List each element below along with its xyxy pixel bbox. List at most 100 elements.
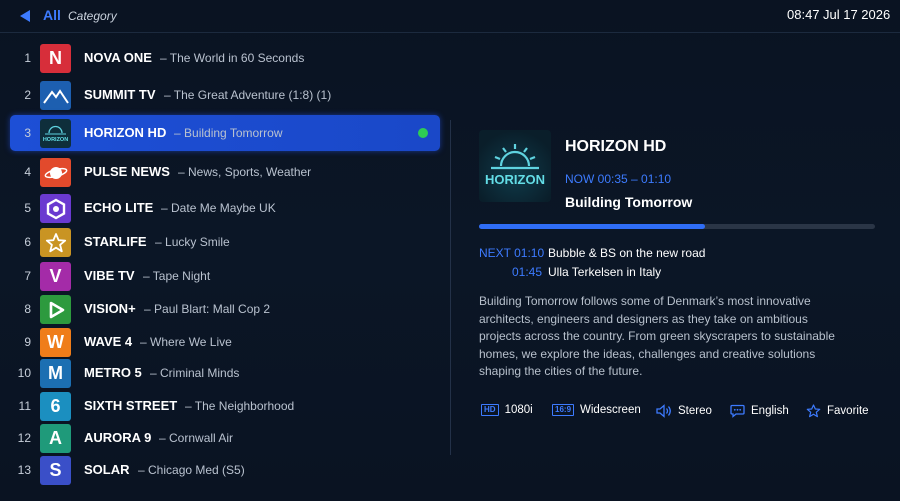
channel-current-program: – Date Me Maybe UK <box>161 201 276 215</box>
live-indicator-dot <box>418 128 428 138</box>
channel-current-program: – Building Tomorrow <box>174 126 283 140</box>
program-title: Building Tomorrow <box>184 126 283 140</box>
top-bar: All Category 08:47 Jul 17 2026 <box>0 0 900 33</box>
channel-row[interactable]: 6 STARLIFE – Lucky Smile <box>0 227 450 263</box>
channel-current-program: – The Great Adventure (1:8) (1) <box>164 88 331 102</box>
channel-name: STARLIFE <box>84 234 147 249</box>
separator-dash: – <box>150 366 161 380</box>
program-title: The Great Adventure (1:8) (1) <box>173 88 332 102</box>
audio-label: Stereo <box>678 405 712 417</box>
channel-logo <box>40 81 71 110</box>
channel-name: VISION+ <box>84 301 136 316</box>
play-icon <box>49 301 64 318</box>
channel-name: SOLAR <box>84 462 130 477</box>
separator-dash: – <box>140 335 151 349</box>
detail-channel-logo: HORIZON <box>479 130 551 202</box>
separator-dash: – <box>143 269 153 283</box>
channel-logo: V <box>40 262 71 291</box>
mountain-icon <box>42 88 69 104</box>
aspect-label: Widescreen <box>580 404 641 416</box>
channel-name: SUMMIT TV <box>84 87 156 102</box>
program-title: Date Me Maybe UK <box>171 201 276 215</box>
aspect-feature: 16:9 Widescreen <box>552 404 641 416</box>
channel-number: 8 <box>24 302 31 316</box>
svg-text:HORIZON: HORIZON <box>43 137 68 143</box>
channel-number: 9 <box>24 335 31 349</box>
channel-row[interactable]: 1 N NOVA ONE – The World in 60 Seconds <box>0 43 450 79</box>
channel-logo: N <box>40 44 71 73</box>
now-program-title: Building Tomorrow <box>565 194 693 210</box>
category-all-button[interactable]: All <box>43 7 61 23</box>
resolution-feature: HD 1080i <box>481 404 533 416</box>
channel-name: ECHO LITE <box>84 200 154 215</box>
progress-bar <box>479 224 875 229</box>
channel-row[interactable]: 12 A AURORA 9– Cornwall Air <box>0 423 450 459</box>
channel-logo: W <box>40 328 71 357</box>
separator-dash: – <box>138 463 149 477</box>
channel-row[interactable]: 5 ECHO LITE – Date Me Maybe UK <box>0 193 450 229</box>
channel-row[interactable]: 2 SUMMIT TV – The Great Adventure (1:8) (1… <box>0 80 450 116</box>
channel-logo: A <box>40 424 71 453</box>
channel-row[interactable]: 4 PULSE NEWS – News, Sports, Weather <box>0 157 450 193</box>
panel-divider <box>450 120 451 455</box>
channel-number: 13 <box>17 463 31 477</box>
program-title: Criminal Minds <box>160 366 240 380</box>
horizon-logo-icon: HORIZON <box>485 144 545 187</box>
next2-time-label: 01:45 <box>512 265 543 279</box>
program-title: The Neighborhood <box>194 399 295 413</box>
channel-current-program: – Tape Night <box>143 269 210 283</box>
separator-dash: – <box>144 302 155 316</box>
program-title: Where We Live <box>150 335 232 349</box>
channel-number: 5 <box>24 201 31 215</box>
chat-bubble-icon <box>730 404 745 418</box>
channel-current-program: – Paul Blart: Mall Cop 2 <box>144 302 270 316</box>
channel-name: WAVE 4 <box>84 334 133 349</box>
channel-name: HORIZON HD <box>84 125 167 140</box>
channel-row[interactable]: 7 V VIBE TV – Tape Night <box>0 261 450 297</box>
channel-logo <box>40 158 71 187</box>
speaker-icon <box>656 404 671 418</box>
channel-logo <box>40 295 71 324</box>
channel-number: 6 <box>24 235 31 249</box>
channel-row[interactable]: 10 M METRO 5– Criminal Minds <box>0 358 450 394</box>
channel-name: NOVA ONE <box>84 50 152 65</box>
channel-current-program: – Criminal Minds <box>150 366 239 380</box>
favorite-button[interactable]: Favorite <box>806 404 869 418</box>
aspect-badge: 16:9 <box>552 404 575 416</box>
channel-logo <box>40 194 71 223</box>
channel-name: METRO 5 <box>84 365 142 380</box>
channel-name: AURORA 9 <box>84 430 152 445</box>
program-title: Chicago Med (S5) <box>148 463 245 477</box>
channel-row[interactable]: 11 6 SIXTH STREET – The Neighborhood <box>0 391 450 427</box>
channel-current-program: – Where We Live <box>140 335 232 349</box>
program-title: Paul Blart: Mall Cop 2 <box>154 302 271 316</box>
channel-number: 12 <box>17 431 31 445</box>
separator-dash: – <box>155 235 166 249</box>
horizon-mini-icon: HORIZON <box>43 125 68 143</box>
date: Jul 17 2026 <box>823 7 891 22</box>
separator-dash: – <box>185 399 195 413</box>
channel-row[interactable]: 8 VISION+ – Paul Blart: Mall Cop 2 <box>0 294 450 330</box>
channel-logo: 6 <box>40 392 71 421</box>
channel-logo: M <box>40 359 71 388</box>
channel-logo: HORIZON <box>40 119 71 148</box>
detail-channel-title: HORIZON HD <box>565 138 667 155</box>
clock: 08:47 <box>787 7 820 22</box>
star-logo-icon <box>45 232 66 252</box>
separator-dash: – <box>159 431 170 445</box>
channel-name: PULSE NEWS <box>84 164 170 179</box>
channel-row[interactable]: 3 HORIZON HORIZON HD – Building Tomorrow <box>0 115 450 151</box>
resolution-label: 1080i <box>504 404 533 416</box>
channel-number: 1 <box>24 51 31 65</box>
svg-text:HORIZON: HORIZON <box>485 172 545 187</box>
channel-row[interactable]: 13 S SOLAR – Chicago Med (S5) <box>0 455 450 491</box>
back-arrow-icon[interactable] <box>20 10 30 22</box>
audio-feature: Stereo <box>656 404 712 418</box>
channel-logo <box>40 228 71 257</box>
next-time-label: NEXT 01:10 <box>479 246 545 260</box>
separator-dash: – <box>164 88 174 102</box>
program-title: Cornwall Air <box>169 431 234 445</box>
program-title: Lucky Smile <box>165 235 230 249</box>
language-feature: English <box>730 404 789 418</box>
program-title: The World in 60 Seconds <box>169 51 305 65</box>
